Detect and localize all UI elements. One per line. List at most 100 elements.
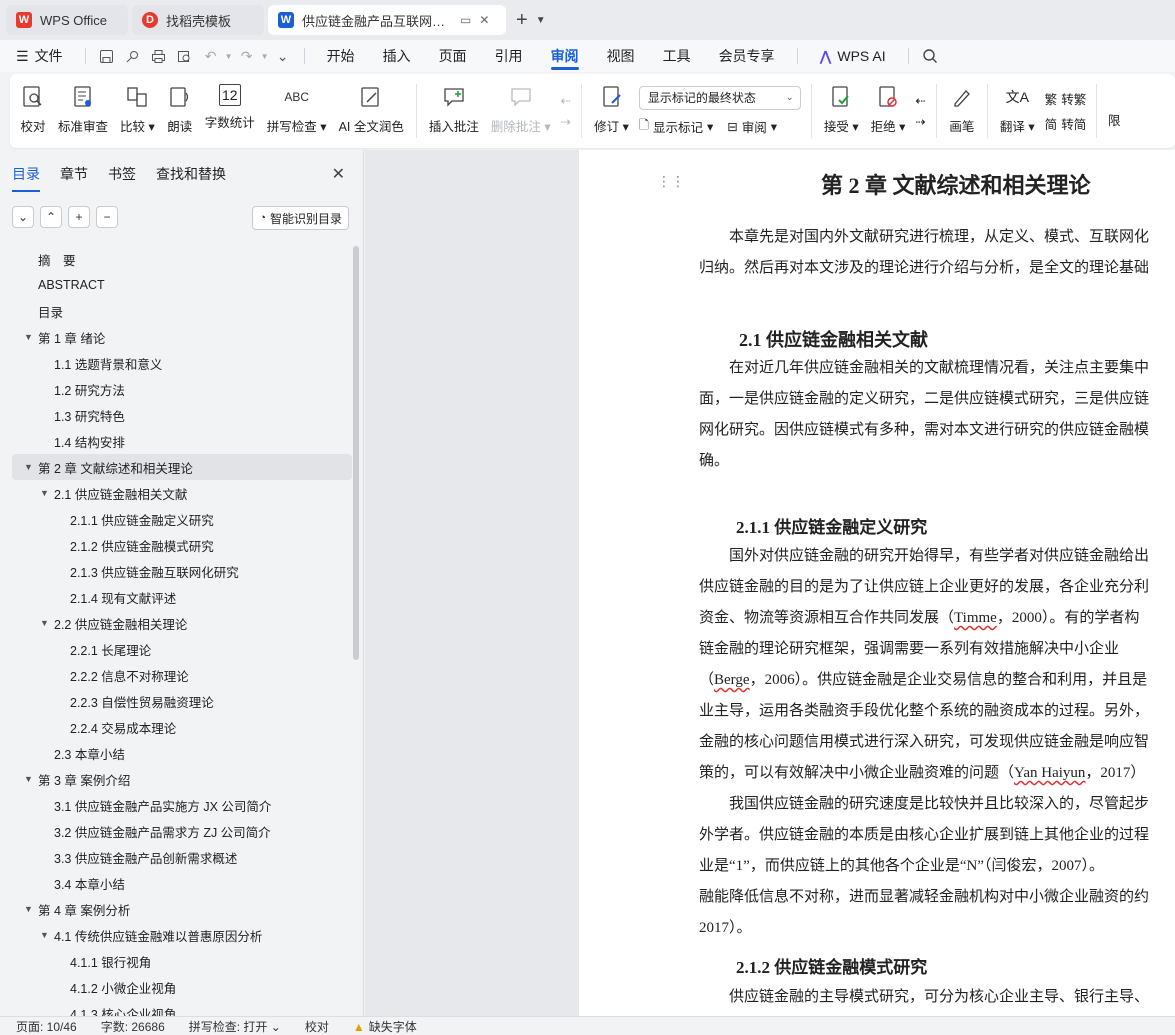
menu-insert[interactable]: 插入 xyxy=(369,40,425,72)
expand-arrow-icon[interactable]: ▼ xyxy=(24,774,38,784)
toc-item[interactable]: 2.1.2 供应链金融模式研究 xyxy=(12,532,352,558)
new-tab-icon[interactable]: + xyxy=(516,9,528,32)
tab-docer-templates[interactable]: D 找稻壳模板 xyxy=(132,5,264,35)
expand-arrow-icon[interactable]: ▼ xyxy=(24,332,38,342)
spell-check-button[interactable]: ABC 拼写检查 ▾ xyxy=(261,78,333,144)
toc-item[interactable]: 4.1.3 核心企业视角 xyxy=(12,1000,352,1017)
toc-item[interactable]: 2.2.4 交易成本理论 xyxy=(12,714,352,740)
toc-item[interactable]: 2.1.4 现有文献评述 xyxy=(12,584,352,610)
redo-dropdown-icon[interactable]: ▼ xyxy=(260,43,270,69)
show-markup-button[interactable]: 🗋 显示标记 ▾ xyxy=(639,116,713,137)
tab-current-document[interactable]: W 供应链金融产品互联网创新研究 ▭ ✕ xyxy=(268,5,506,35)
standard-review-button[interactable]: 标准审查 xyxy=(52,78,114,144)
spelling-flag[interactable]: Berge xyxy=(714,672,750,688)
previous-change-icon[interactable]: ⇠ xyxy=(915,93,925,108)
nav-tab-bookmarks[interactable]: 书签 xyxy=(108,164,136,192)
review-pane-button[interactable]: ⊟ 审阅 ▾ xyxy=(727,116,777,137)
nav-tab-sections[interactable]: 章节 xyxy=(60,164,88,192)
toc-item[interactable]: 3.3 供应链金融产品创新需求概述 xyxy=(12,844,352,870)
toc-item[interactable]: 1.4 结构安排 xyxy=(12,428,352,454)
undo-icon[interactable]: ↶ xyxy=(198,43,224,69)
toc-item[interactable]: 2.1.1 供应链金融定义研究 xyxy=(12,506,352,532)
next-comment-icon[interactable]: ⇢ xyxy=(561,114,571,129)
ai-polish-button[interactable]: AI 全文润色 xyxy=(333,78,410,144)
close-icon[interactable]: ✕ xyxy=(332,164,345,184)
menu-references[interactable]: 引用 xyxy=(481,40,537,72)
word-count-indicator[interactable]: 字数: 26686 xyxy=(101,1018,165,1035)
previous-comment-icon[interactable]: ⇠ xyxy=(561,93,571,108)
toc-item[interactable]: ABSTRACT xyxy=(12,272,352,298)
more-chevron-icon[interactable]: ⌄ xyxy=(270,43,296,69)
toc-item[interactable]: 2.1.3 供应链金融互联网化研究 xyxy=(12,558,352,584)
toc-item[interactable]: ▼ 2.2 供应链金融相关理论 xyxy=(12,610,352,636)
wps-ai-menu[interactable]: ⋀ WPS AI xyxy=(806,40,900,72)
expand-arrow-icon[interactable]: ▼ xyxy=(40,618,54,628)
restrict-button[interactable]: 限 xyxy=(1103,78,1125,144)
undo-dropdown-icon[interactable]: ▼ xyxy=(224,43,234,69)
toc-item[interactable]: 1.1 选题背景和意义 xyxy=(12,350,352,376)
translate-button[interactable]: 文A 翻译 ▾ xyxy=(994,78,1041,144)
read-aloud-button[interactable]: 朗读 xyxy=(161,78,199,144)
toc-item[interactable]: 目录 xyxy=(12,298,352,324)
menu-member[interactable]: 会员专享 xyxy=(705,40,789,72)
collapse-all-icon[interactable]: ⌃ xyxy=(40,206,62,228)
compare-button[interactable]: 比较 ▾ xyxy=(114,78,161,144)
redo-icon[interactable]: ↷ xyxy=(234,43,260,69)
nav-tab-toc[interactable]: 目录 xyxy=(12,164,40,192)
toc-item[interactable]: ▼ 第 3 章 案例介绍 xyxy=(12,766,352,792)
display-mode-select[interactable]: 显示标记的最终状态 ⌄ xyxy=(638,85,801,110)
menu-tools[interactable]: 工具 xyxy=(649,40,705,72)
toc-scrollbar[interactable] xyxy=(353,246,359,660)
revise-button[interactable]: 修订 ▾ xyxy=(588,78,635,144)
search-icon[interactable] xyxy=(917,43,943,69)
page-indicator[interactable]: 页面: 10/46 xyxy=(16,1018,77,1035)
save-icon[interactable] xyxy=(94,43,120,69)
expand-all-icon[interactable]: ⌄ xyxy=(12,206,34,228)
delete-comment-button[interactable]: 删除批注 ▾ xyxy=(485,78,557,144)
toc-item[interactable]: ▼ 2.1 供应链金融相关文献 xyxy=(12,480,352,506)
smart-toc-button[interactable]: ◔ 智能识别目录 xyxy=(252,206,349,230)
toc-item[interactable]: 4.1.2 小微企业视角 xyxy=(12,974,352,1000)
next-change-icon[interactable]: ⇢ xyxy=(915,114,925,129)
file-menu[interactable]: ☰ 文件 xyxy=(0,40,77,72)
toc-item[interactable]: ▼ 第 1 章 绪论 xyxy=(12,324,352,350)
remove-entry-icon[interactable]: − xyxy=(96,206,118,228)
add-entry-icon[interactable]: + xyxy=(68,206,90,228)
insert-comment-button[interactable]: 插入批注 xyxy=(423,78,485,144)
tab-wps-office[interactable]: W WPS Office xyxy=(6,5,128,35)
toc-item[interactable]: 2.2.1 长尾理论 xyxy=(12,636,352,662)
monitor-icon[interactable]: ▭ xyxy=(460,13,471,27)
toc-item[interactable]: 3.1 供应链金融产品实施方 JX 公司简介 xyxy=(12,792,352,818)
menu-view[interactable]: 视图 xyxy=(593,40,649,72)
toc-item[interactable]: 3.4 本章小结 xyxy=(12,870,352,896)
expand-arrow-icon[interactable]: ▼ xyxy=(24,462,38,472)
chevron-down-icon[interactable]: ▼ xyxy=(536,15,546,26)
spelling-flag[interactable]: Timme xyxy=(954,610,997,626)
link-icon[interactable] xyxy=(120,43,146,69)
print-preview-icon[interactable] xyxy=(172,43,198,69)
nav-tab-find-replace[interactable]: 查找和替换 xyxy=(156,164,226,192)
menu-review[interactable]: 审阅 xyxy=(537,40,593,72)
document-page[interactable]: ⋮⋮ 第 2 章 文献综述和相关理论 本章先是对国内外文献研究进行梳理，从定义、… xyxy=(579,150,1175,1016)
missing-font-status[interactable]: ▲ 缺失字体 xyxy=(353,1018,417,1035)
reject-button[interactable]: 拒绝 ▾ xyxy=(865,78,912,144)
proofread-status[interactable]: 校对 xyxy=(305,1018,329,1035)
menu-start[interactable]: 开始 xyxy=(313,40,369,72)
close-tab-icon[interactable]: ✕ xyxy=(479,13,489,27)
word-count-button[interactable]: 12 字数统计 xyxy=(199,78,261,144)
proofread-button[interactable]: 校对 xyxy=(14,78,52,144)
spell-check-status[interactable]: 拼写检查: 打开 ⌄ xyxy=(189,1018,281,1035)
pen-button[interactable]: 画笔 xyxy=(943,78,981,144)
print-icon[interactable] xyxy=(146,43,172,69)
toc-item[interactable]: 4.1.1 银行视角 xyxy=(12,948,352,974)
toc-item[interactable]: 2.3 本章小结 xyxy=(12,740,352,766)
spelling-flag[interactable]: Yan Haiyun xyxy=(1014,765,1085,781)
toc-item[interactable]: 2.2.2 信息不对称理论 xyxy=(12,662,352,688)
toc-item[interactable]: ▼ 第 4 章 案例分析 xyxy=(12,896,352,922)
accept-button[interactable]: 接受 ▾ xyxy=(818,78,865,144)
toc-item[interactable]: ▼ 第 2 章 文献综述和相关理论 xyxy=(12,454,352,480)
toc-item[interactable]: 摘 要 xyxy=(12,246,352,272)
expand-arrow-icon[interactable]: ▼ xyxy=(40,488,54,498)
toc-item[interactable]: 3.2 供应链金融产品需求方 ZJ 公司简介 xyxy=(12,818,352,844)
toc-item[interactable]: 2.2.3 自偿性贸易融资理论 xyxy=(12,688,352,714)
